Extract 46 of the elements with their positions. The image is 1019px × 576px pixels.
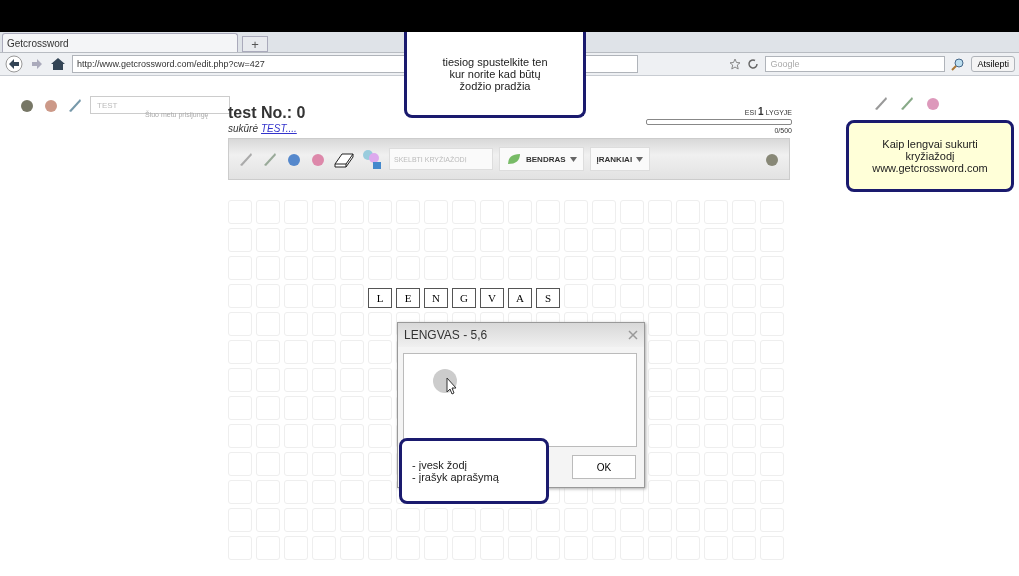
close-icon[interactable] (628, 330, 638, 340)
forward-icon[interactable] (30, 57, 44, 71)
grid-cell[interactable] (648, 480, 672, 504)
dropdown-button[interactable]: ĮRANKIAI (589, 147, 651, 171)
reload-icon[interactable] (747, 58, 760, 70)
grid-cell[interactable] (648, 396, 672, 420)
callout-text: tiesiog spustelkite ten (442, 55, 548, 68)
star-icon[interactable] (729, 58, 742, 70)
letter-tile[interactable]: S (536, 288, 560, 308)
dropdown-button[interactable]: BENDRAS (499, 147, 584, 171)
letter-tile[interactable]: N (424, 288, 448, 308)
people-icon[interactable] (361, 148, 383, 170)
author-label: sukūrė (228, 123, 258, 134)
home-icon[interactable] (50, 57, 66, 71)
search-field[interactable]: Google (765, 56, 946, 72)
grid-cell[interactable] (648, 424, 672, 448)
letter-tile[interactable]: G (452, 288, 476, 308)
search-icon[interactable] (951, 57, 966, 71)
grid-cell[interactable] (648, 340, 672, 364)
letter-tile[interactable]: E (396, 288, 420, 308)
browser-tab[interactable]: Getcrossword (2, 33, 238, 52)
letter-tile[interactable]: A (508, 288, 532, 308)
callout-text: kryžiažodį (905, 150, 955, 162)
ok-button[interactable]: OK (572, 455, 636, 479)
letter-tile[interactable]: L (368, 288, 392, 308)
callout-text: - įvesk žodį (412, 459, 469, 471)
callout-text: - įrašyk aprašymą (412, 471, 500, 483)
dialog-title: LENGVAS - 5,6 (404, 328, 488, 342)
caret-icon (636, 156, 644, 162)
grid-cell[interactable] (648, 452, 672, 476)
callout-text: žodžio pradžia (459, 79, 531, 92)
new-tab-button[interactable]: + (242, 36, 268, 52)
author-link[interactable]: TEST.... (261, 123, 297, 134)
clue-input[interactable] (403, 353, 637, 447)
level-number: 1 (758, 106, 764, 117)
menu-button[interactable]: Atsilepti (971, 56, 1015, 72)
leaf-icon (506, 152, 522, 166)
letter-tile[interactable]: V (480, 288, 504, 308)
callout-text: www.getcrossword.com (872, 162, 988, 174)
eraser-icon[interactable] (333, 150, 355, 168)
callout-text: Kaip lengvai sukurti (882, 138, 978, 150)
grid-cell[interactable] (648, 312, 672, 336)
page-title: test No.: 0 (228, 104, 306, 122)
grid-cell[interactable] (648, 368, 672, 392)
caret-icon (569, 156, 577, 162)
back-icon[interactable] (4, 55, 24, 73)
